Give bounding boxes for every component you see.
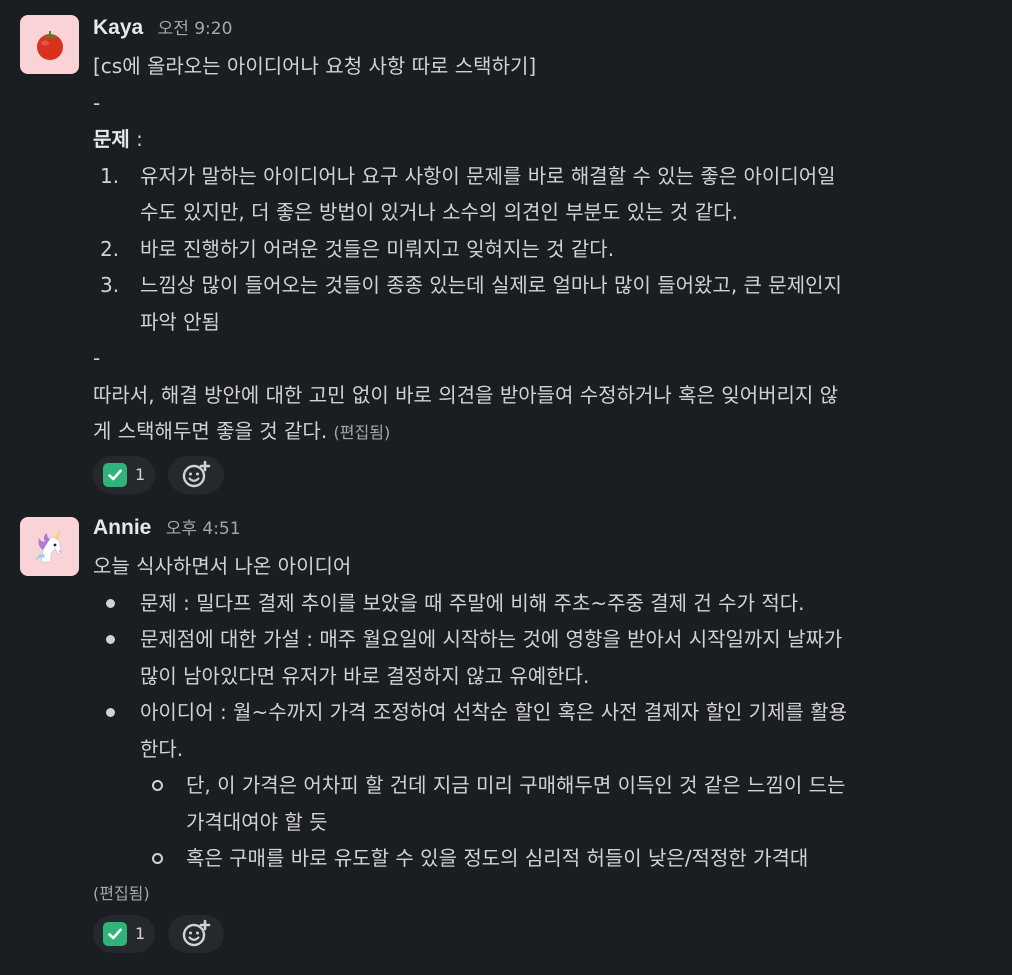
list-number: 1. <box>100 163 120 188</box>
reaction-bar: 1 <box>93 914 996 953</box>
bullet-list: 문제 : 밀다프 결제 추이를 보았을 때 주말에 비해 주초~주중 결제 건 … <box>93 585 996 768</box>
reaction-count: 1 <box>135 923 146 943</box>
reaction-check[interactable]: 1 <box>93 455 156 494</box>
sub-list-item: 혹은 구매를 바로 유도할 수 있을 정도의 심리적 허들이 낮은/적정한 가격… <box>93 840 996 877</box>
edited-label: (편집됨) <box>93 883 150 903</box>
message-title: [cs에 올라오는 아이디어나 요청 사항 따로 스택하기] <box>93 54 537 78</box>
check-mark-icon <box>103 921 127 946</box>
list-item-text: 많이 남아있다면 유저가 바로 결정하지 않고 유예한다. <box>140 663 590 688</box>
list-item-text: 문제 : 밀다프 결제 추이를 보았을 때 주말에 비해 주초~주중 결제 건 … <box>140 590 805 615</box>
list-item-text: 아이디어 : 월~수까지 가격 조정하여 선착순 할인 혹은 사전 결제자 할인… <box>140 700 847 724</box>
list-item-text: 가격대여야 할 듯 <box>186 809 328 834</box>
list-item-text: 수도 있지만, 더 좋은 방법이 있거나 소수의 의견인 부분도 있는 것 같다… <box>140 200 738 224</box>
sub-bullet-list: 단, 이 가격은 어차피 할 건데 지금 미리 구매해두면 이득인 것 같은 느… <box>93 767 996 877</box>
conclusion-text: 게 스택해두면 좋을 것 같다. <box>93 419 328 443</box>
list-item: 아이디어 : 월~수까지 가격 조정하여 선착순 할인 혹은 사전 결제자 할인… <box>93 694 996 767</box>
add-emoji-icon <box>182 460 211 487</box>
problem-list: 1. 유저가 말하는 아이디어나 요구 사항이 문제를 바로 해결할 수 있는 … <box>93 158 996 341</box>
list-item: 문제 : 밀다프 결제 추이를 보았을 때 주말에 비해 주초~주중 결제 건 … <box>93 585 996 622</box>
timestamp[interactable]: 오전 9:20 <box>158 19 233 39</box>
hollow-bullet-icon <box>152 780 163 791</box>
check-mark-icon <box>103 462 127 487</box>
list-item-text: 단, 이 가격은 어차피 할 건데 지금 미리 구매해두면 이득인 것 같은 느… <box>186 773 846 797</box>
bullet-icon <box>106 708 115 717</box>
edited-label: (편집됨) <box>333 423 391 442</box>
message-intro: 오늘 식사하면서 나온 아이디어 <box>93 554 352 578</box>
list-number: 2. <box>100 236 120 261</box>
sub-list-item: 단, 이 가격은 어차피 할 건데 지금 미리 구매해두면 이득인 것 같은 느… <box>93 767 996 840</box>
list-item: 문제점에 대한 가설 : 매주 월요일에 시작하는 것에 영향을 받아서 시작일… <box>93 621 996 694</box>
avatar[interactable] <box>20 15 79 74</box>
reaction-bar: 1 <box>93 455 996 494</box>
list-item: 1. 유저가 말하는 아이디어나 요구 사항이 문제를 바로 해결할 수 있는 … <box>93 158 996 231</box>
timestamp[interactable]: 오후 4:51 <box>166 519 241 539</box>
problem-label: 문제 <box>93 127 130 151</box>
unicorn-icon <box>35 528 62 562</box>
list-item-text: 한다. <box>140 736 184 761</box>
reaction-count: 1 <box>135 464 146 484</box>
list-item-text: 바로 진행하기 어려운 것들은 미뤄지고 잊혀지는 것 같다. <box>140 236 615 261</box>
separator: - <box>93 90 101 115</box>
list-item-text: 혹은 구매를 바로 유도할 수 있을 정도의 심리적 허들이 낮은/적정한 가격… <box>186 846 809 870</box>
problem-colon: : <box>129 127 143 151</box>
author-name[interactable]: Annie <box>93 516 151 539</box>
add-reaction-button[interactable] <box>168 455 225 494</box>
list-item-text: 파악 안됨 <box>140 309 220 334</box>
list-item-text: 문제점에 대한 가설 : 매주 월요일에 시작하는 것에 영향을 받아서 시작일… <box>140 627 843 651</box>
list-item-text: 느낌상 많이 들어오는 것들이 종종 있는데 실제로 얼마나 많이 들어왔고, … <box>140 273 842 297</box>
reaction-check[interactable]: 1 <box>93 914 156 953</box>
list-item: 3. 느낌상 많이 들어오는 것들이 종종 있는데 실제로 얼마나 많이 들어왔… <box>93 267 996 340</box>
bullet-icon <box>106 635 115 644</box>
separator: - <box>93 346 101 370</box>
hollow-bullet-icon <box>152 853 163 864</box>
tomato-icon <box>36 30 63 60</box>
conclusion-text: 따라서, 해결 방안에 대한 고민 없이 바로 의견을 받아들여 수정하거나 혹… <box>93 382 839 407</box>
list-item-text: 유저가 말하는 아이디어나 요구 사항이 문제를 바로 해결할 수 있는 좋은 … <box>140 163 836 188</box>
list-item: 2. 바로 진행하기 어려운 것들은 미뤄지고 잊혀지는 것 같다. <box>93 231 996 268</box>
bullet-icon <box>106 598 115 608</box>
author-name[interactable]: Kaya <box>93 16 143 39</box>
add-reaction-button[interactable] <box>168 914 225 953</box>
problem-heading: 문제 : <box>93 121 996 158</box>
add-emoji-icon <box>182 919 211 946</box>
conclusion-text-end: 게 스택해두면 좋을 것 같다. (편집됨) <box>93 413 996 452</box>
list-number: 3. <box>100 273 120 297</box>
avatar[interactable] <box>20 517 79 576</box>
